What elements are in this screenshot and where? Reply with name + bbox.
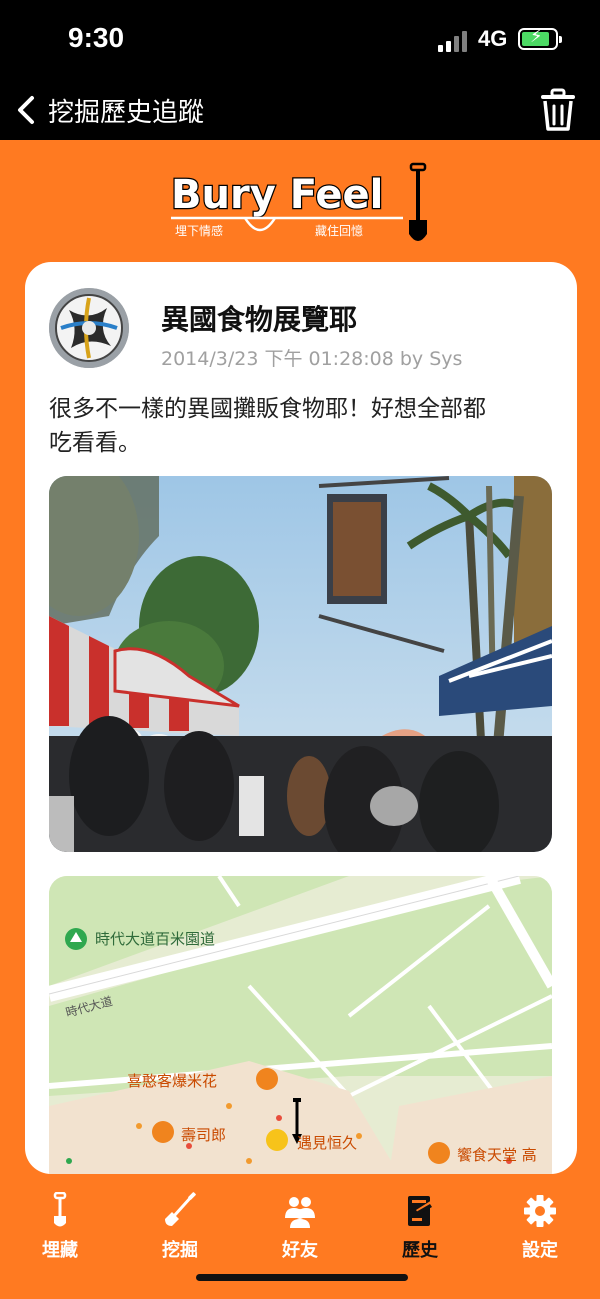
map-label: 時代大道百米園道	[95, 930, 216, 948]
tab-bar: 埋藏 挖掘 好友 歷史 設定	[0, 1180, 600, 1299]
battery-icon: ⚡	[518, 26, 562, 50]
home-indicator[interactable]	[196, 1274, 408, 1281]
soccer-ball-icon	[49, 288, 129, 368]
post-card: 異國食物展覽耶 2014/3/23 下午 01:28:08 by Sys 很多不…	[25, 262, 577, 1174]
nav-bar: 挖掘歷史追蹤	[0, 80, 600, 140]
status-time: 9:30	[68, 22, 125, 53]
restaurant-icon-3	[428, 1142, 450, 1164]
app-logo: Bury Feel 埋下情感 藏住回憶	[165, 160, 440, 252]
svg-text:埋下情感: 埋下情感	[175, 223, 223, 238]
shovel-icon	[53, 1192, 67, 1227]
map-label: 遇見恒久	[297, 1134, 358, 1152]
svg-text:藏住回憶: 藏住回憶	[315, 223, 363, 238]
restaurant-icon-2	[152, 1121, 174, 1143]
chevron-left-icon	[18, 96, 34, 124]
tab-friends[interactable]: 好友	[260, 1192, 340, 1264]
trash-icon	[541, 88, 575, 131]
tab-bury[interactable]: 埋藏	[20, 1192, 100, 1264]
history-icon	[408, 1196, 435, 1226]
post-timestamp: 2014/3/23 下午 01:28:08 by Sys	[161, 348, 463, 370]
network-type: 4G	[478, 26, 508, 51]
back-button[interactable]	[12, 90, 42, 130]
gear-icon	[524, 1195, 556, 1227]
map-label: 饗食天堂 高	[457, 1146, 537, 1164]
page-title: 挖掘歷史追蹤	[48, 98, 205, 128]
shovel-logo-icon	[409, 162, 427, 241]
friends-icon	[285, 1197, 315, 1228]
status-bar: 9:30 4G ⚡	[0, 0, 600, 80]
post-title: 異國食物展覽耶	[161, 303, 358, 336]
signal-icon	[438, 30, 470, 52]
location-map[interactable]: 時代大道百米園道 時代大道 喜憨客爆米花 壽司郎 遇見恒久 饗食天堂 高	[49, 876, 552, 1174]
delete-button[interactable]	[538, 88, 578, 132]
map-label: 壽司郎	[181, 1126, 227, 1144]
shopping-icon	[266, 1129, 288, 1151]
post-photo[interactable]	[49, 476, 552, 852]
tab-dig[interactable]: 挖掘	[140, 1192, 220, 1264]
avatar	[49, 288, 129, 368]
tab-history[interactable]: 歷史	[380, 1192, 460, 1264]
map-label: 喜憨客爆米花	[127, 1072, 218, 1090]
restaurant-icon	[256, 1068, 278, 1090]
tab-settings[interactable]: 設定	[500, 1192, 580, 1264]
post-body: 很多不一樣的異國攤販食物耶！好想全部都吃看看。	[49, 396, 486, 456]
logo-text: Bury Feel	[171, 172, 383, 218]
dig-icon	[165, 1192, 196, 1226]
